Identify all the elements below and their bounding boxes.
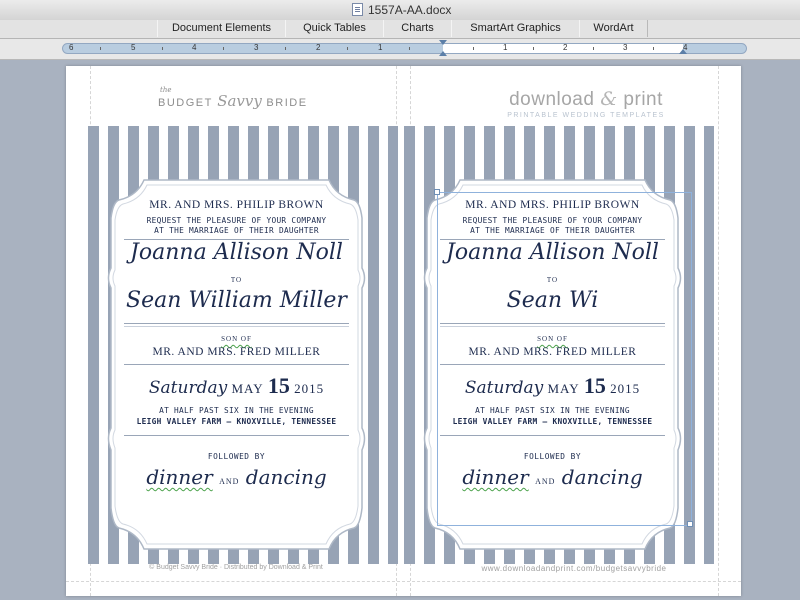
ruler-tick <box>653 47 654 50</box>
ruler-tick <box>409 47 410 50</box>
resize-handle-top-left[interactable] <box>434 189 440 195</box>
tab-document-elements[interactable]: Document Elements <box>157 20 286 37</box>
ruler-tick <box>100 47 101 50</box>
download-and-print-logo: download & print PRINTABLE WEDDING TEMPL… <box>507 88 665 119</box>
reception-line: dinner AND dancing <box>146 465 327 489</box>
groom-parents: MR. AND MRS. FRED MILLER <box>152 346 321 358</box>
son-of-label: SON OF <box>221 335 252 343</box>
request-line-2: AT THE MARRIAGE OF THEIR DAUGHTER <box>154 226 319 235</box>
groom-name: Sean William Miller <box>126 288 347 313</box>
event-venue: LEIGH VALLEY FARM – KNOXVILLE, TENNESSEE <box>136 417 337 426</box>
footer-credit: © Budget Savvy Bride · Distributed by Do… <box>149 564 323 571</box>
first-line-indent-marker[interactable] <box>439 40 447 45</box>
ruler-tick <box>347 47 348 50</box>
ruler-number: 4 <box>192 43 197 52</box>
event-date: Saturday MAY 15 2015 <box>148 373 325 398</box>
host-names: MR. AND MRS. PHILIP BROWN <box>149 199 324 211</box>
divider <box>124 435 349 436</box>
to-label: TO <box>230 276 243 284</box>
invitation-panel-left: MR. AND MRS. PHILIP BROWN REQUEST THE PL… <box>66 66 398 596</box>
request-line-1: REQUEST THE PLEASURE OF YOUR COMPANY <box>146 216 327 225</box>
left-indent-marker[interactable] <box>439 51 447 56</box>
ruler-number: 6 <box>69 43 74 52</box>
ruler-tick <box>285 47 286 50</box>
ruler-tick <box>473 47 474 50</box>
horizontal-ruler[interactable]: 6 5 4 3 2 1 1 2 3 4 <box>62 40 747 56</box>
followed-by: FOLLOWED BY <box>207 452 266 461</box>
divider <box>124 323 349 324</box>
divider <box>124 326 349 327</box>
ruler-tick <box>533 47 534 50</box>
margin-guide <box>718 66 719 596</box>
tab-quick-tables[interactable]: Quick Tables <box>285 20 384 37</box>
invitation-card-left: MR. AND MRS. PHILIP BROWN REQUEST THE PL… <box>104 178 369 551</box>
ruler-tick <box>162 47 163 50</box>
right-indent-marker[interactable] <box>679 49 687 54</box>
window-title: 1557A-AA.docx <box>368 3 452 17</box>
ribbon: Document Elements Quick Tables Charts Sm… <box>0 20 800 39</box>
document-icon <box>352 3 363 16</box>
divider <box>124 364 349 365</box>
tab-wordart[interactable]: WordArt <box>579 20 648 37</box>
ruler-area: 6 5 4 3 2 1 1 2 3 4 <box>0 39 800 60</box>
tab-charts[interactable]: Charts <box>383 20 452 37</box>
title-bar: 1557A-AA.docx <box>0 0 800 21</box>
footer-url: www.downloadandprint.com/budgetsavvybrid… <box>481 564 667 573</box>
ruler-number: 5 <box>131 43 136 52</box>
ruler-tick <box>593 47 594 50</box>
resize-handle-bottom-right[interactable] <box>687 521 693 527</box>
document-page[interactable]: MR. AND MRS. PHILIP BROWN REQUEST THE PL… <box>66 66 741 596</box>
ruler-number: 2 <box>563 43 568 52</box>
ruler-number: 3 <box>623 43 628 52</box>
event-time: AT HALF PAST SIX IN THE EVENING <box>159 406 314 415</box>
ruler-tick <box>223 47 224 50</box>
ruler-number: 1 <box>503 43 508 52</box>
text-box-selection[interactable] <box>437 192 692 526</box>
ruler-number: 1 <box>378 43 383 52</box>
bride-name: Joanna Allison Noll <box>130 240 343 265</box>
tab-smartart-graphics[interactable]: SmartArt Graphics <box>451 20 580 37</box>
ruler-number: 2 <box>316 43 321 52</box>
ruler-number: 3 <box>254 43 259 52</box>
